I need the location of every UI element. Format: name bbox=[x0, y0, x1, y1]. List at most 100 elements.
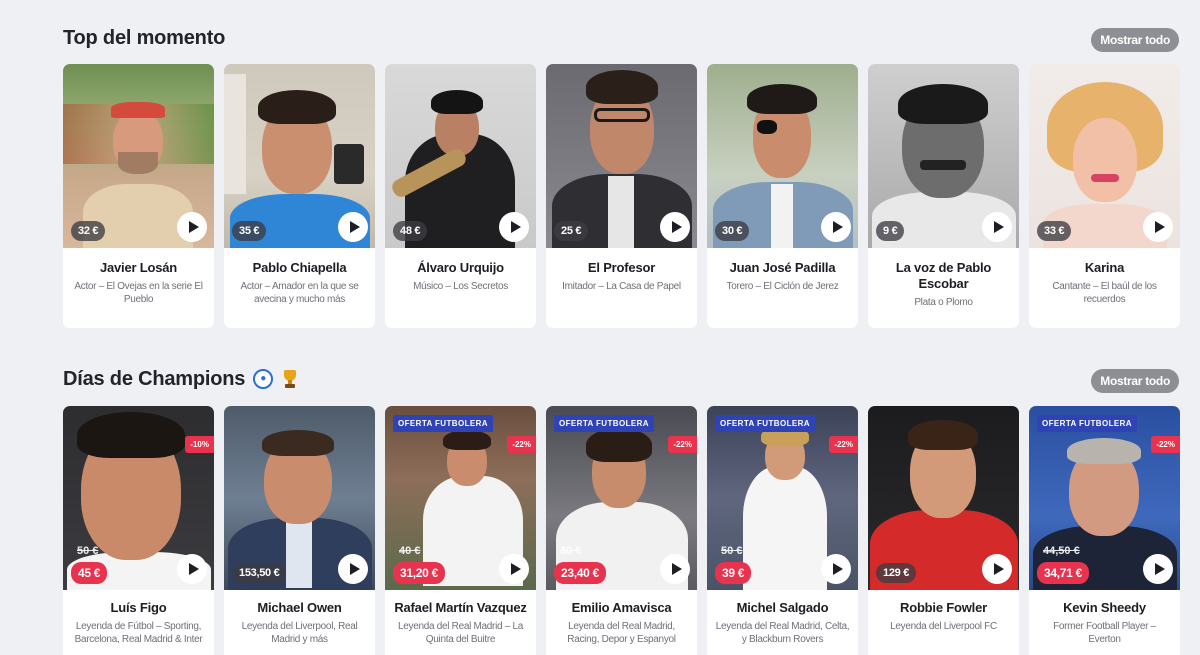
price-badge: 25 € bbox=[554, 221, 589, 241]
celebrity-photo[interactable]: OFERTA FUTBOLERA -22% 40 € 31,20 € bbox=[385, 406, 536, 590]
celebrity-name: La voz de Pablo Escobar bbox=[895, 260, 992, 291]
celebrity-photo[interactable]: OFERTA FUTBOLERA -22% 50 € 39 € bbox=[707, 406, 858, 590]
show-all-button[interactable]: Mostrar todo bbox=[1091, 369, 1179, 393]
celebrity-card[interactable]: OFERTA FUTBOLERA -22% 44,50 € 34,71 € Ke… bbox=[1029, 406, 1180, 655]
celebrity-name: Rafael Martín Vazquez bbox=[394, 600, 527, 615]
show-all-button[interactable]: Mostrar todo bbox=[1091, 28, 1179, 52]
celebrity-photo[interactable]: 48 € bbox=[385, 64, 536, 248]
discount-badge: -22% bbox=[668, 436, 697, 453]
play-icon[interactable] bbox=[499, 212, 529, 242]
celebrity-card[interactable]: 35 € Pablo Chiapella Actor – Amador en l… bbox=[224, 64, 375, 328]
price-badge: 31,20 € bbox=[393, 562, 445, 584]
celebrity-name: Luís Figo bbox=[110, 600, 167, 615]
price-badge: 32 € bbox=[71, 221, 106, 241]
old-price: 50 € bbox=[721, 545, 743, 557]
celebrity-photo[interactable]: 30 € bbox=[707, 64, 858, 248]
celebrity-card[interactable]: 9 € La voz de Pablo Escobar Plata o Plom… bbox=[868, 64, 1019, 328]
discount-badge: -22% bbox=[829, 436, 858, 453]
play-icon[interactable] bbox=[821, 554, 851, 584]
card-info: Javier Losán Actor – El Ovejas en la ser… bbox=[63, 248, 214, 306]
celebrity-description: Former Football Player – Everton bbox=[1053, 621, 1156, 645]
celebrity-description: Leyenda del Real Madrid, Celta, y Blackb… bbox=[715, 621, 850, 645]
discount-badge: -10% bbox=[185, 436, 214, 453]
celebrity-name: Michel Salgado bbox=[736, 600, 829, 615]
price-badge: 35 € bbox=[232, 221, 267, 241]
play-icon[interactable] bbox=[338, 212, 368, 242]
celebrity-name: Karina bbox=[1084, 260, 1125, 275]
celebrity-description: Leyenda del Real Madrid, Racing, Depor y… bbox=[567, 621, 676, 645]
play-icon[interactable] bbox=[982, 554, 1012, 584]
play-icon[interactable] bbox=[821, 212, 851, 242]
old-price: 44,50 € bbox=[1043, 545, 1080, 557]
soccer-ball-icon: ● bbox=[253, 369, 274, 389]
price-badge: 9 € bbox=[876, 221, 905, 241]
celebrity-card[interactable]: 33 € Karina Cantante – El baúl de los re… bbox=[1029, 64, 1180, 328]
celebrity-photo[interactable]: 32 € bbox=[63, 64, 214, 248]
celebrity-card[interactable]: 30 € Juan José Padilla Torero – El Cicló… bbox=[707, 64, 858, 328]
card-info: Michael Owen Leyenda del Liverpool, Real… bbox=[224, 590, 375, 646]
price-badge: 33 € bbox=[1037, 221, 1072, 241]
celebrity-photo[interactable]: 25 € bbox=[546, 64, 697, 248]
old-price: 30 € bbox=[560, 545, 582, 557]
celebrity-photo[interactable]: OFERTA FUTBOLERA -22% 30 € 23,40 € bbox=[546, 406, 697, 590]
card-info: Kevin Sheedy Former Football Player – Ev… bbox=[1029, 590, 1180, 646]
play-icon[interactable] bbox=[660, 554, 690, 584]
celebrity-name: Pablo Chiapella bbox=[252, 260, 347, 275]
celebrity-card[interactable]: -10% 50 € 45 € Luís Figo Leyenda de Fútb… bbox=[63, 406, 214, 655]
price-badge: 30 € bbox=[715, 221, 750, 241]
play-icon[interactable] bbox=[660, 212, 690, 242]
celebrity-description: Músico – Los Secretos bbox=[413, 281, 508, 292]
celebrity-name: Robbie Fowler bbox=[900, 600, 987, 615]
celebrity-photo[interactable]: 129 € bbox=[868, 406, 1019, 590]
celebrity-description: Plata o Plomo bbox=[914, 297, 973, 308]
celebrity-card[interactable]: 48 € Álvaro Urquijo Músico – Los Secreto… bbox=[385, 64, 536, 328]
celebrity-photo[interactable]: 35 € bbox=[224, 64, 375, 248]
play-icon[interactable] bbox=[1143, 212, 1173, 242]
celebrity-description: Leyenda de Fútbol – Sporting, Barcelona,… bbox=[74, 621, 203, 645]
celebrity-description: Leyenda del Liverpool, Real Madrid y más bbox=[241, 621, 358, 645]
price-badge: 23,40 € bbox=[554, 562, 606, 584]
price-badge: 45 € bbox=[71, 562, 108, 584]
section-header: Días de Champions ● Mostrar todo bbox=[63, 365, 1179, 395]
card-info: La voz de Pablo Escobar Plata o Plomo bbox=[868, 248, 1019, 309]
play-icon[interactable] bbox=[982, 212, 1012, 242]
celebrity-card[interactable]: OFERTA FUTBOLERA -22% 40 € 31,20 € Rafae… bbox=[385, 406, 536, 655]
price-badge: 34,71 € bbox=[1037, 562, 1089, 584]
celebrity-card[interactable]: OFERTA FUTBOLERA -22% 30 € 23,40 € Emili… bbox=[546, 406, 697, 655]
celebrity-photo[interactable]: OFERTA FUTBOLERA -22% 44,50 € 34,71 € bbox=[1029, 406, 1180, 590]
card-info: Álvaro Urquijo Músico – Los Secretos bbox=[385, 248, 536, 293]
celebrity-name: El Profesor bbox=[587, 260, 656, 275]
celebrity-photo[interactable]: -10% 50 € 45 € bbox=[63, 406, 214, 590]
card-info: Juan José Padilla Torero – El Ciclón de … bbox=[707, 248, 858, 293]
celebrity-name: Javier Losán bbox=[99, 260, 178, 275]
celebrity-description: Actor – Amador en la que se avecina y mu… bbox=[240, 281, 359, 305]
play-icon[interactable] bbox=[177, 554, 207, 584]
celebrity-photo[interactable]: 33 € bbox=[1029, 64, 1180, 248]
celebrity-card[interactable]: 129 € Robbie Fowler Leyenda del Liverpoo… bbox=[868, 406, 1019, 655]
card-info: Michel Salgado Leyenda del Real Madrid, … bbox=[707, 590, 858, 646]
card-info: Robbie Fowler Leyenda del Liverpool FC bbox=[868, 590, 1019, 633]
celebrity-card[interactable]: 153,50 € Michael Owen Leyenda del Liverp… bbox=[224, 406, 375, 655]
celebrity-description: Imitador – La Casa de Papel bbox=[562, 281, 681, 292]
offer-badge: OFERTA FUTBOLERA bbox=[1037, 415, 1137, 432]
section-title: Top del momento bbox=[63, 24, 1179, 52]
celebrity-photo[interactable]: 153,50 € bbox=[224, 406, 375, 590]
play-icon[interactable] bbox=[499, 554, 529, 584]
celebrity-description: Leyenda del Liverpool FC bbox=[890, 621, 997, 632]
celebrity-name: Michael Owen bbox=[257, 600, 342, 615]
price-badge: 153,50 € bbox=[232, 563, 287, 583]
old-price: 40 € bbox=[399, 545, 421, 557]
celebrity-card[interactable]: 25 € El Profesor Imitador – La Casa de P… bbox=[546, 64, 697, 328]
celebrity-name: Emilio Amavisca bbox=[571, 600, 672, 615]
discount-badge: -22% bbox=[1151, 436, 1180, 453]
play-icon[interactable] bbox=[177, 212, 207, 242]
celebrity-card[interactable]: OFERTA FUTBOLERA -22% 50 € 39 € Michel S… bbox=[707, 406, 858, 655]
play-icon[interactable] bbox=[338, 554, 368, 584]
celebrity-card[interactable]: 32 € Javier Losán Actor – El Ovejas en l… bbox=[63, 64, 214, 328]
card-row: -10% 50 € 45 € Luís Figo Leyenda de Fútb… bbox=[63, 406, 1180, 655]
celebrity-photo[interactable]: 9 € bbox=[868, 64, 1019, 248]
card-info: Karina Cantante – El baúl de los recuerd… bbox=[1029, 248, 1180, 306]
celebrity-description: Leyenda del Real Madrid – La Quinta del … bbox=[397, 621, 524, 645]
play-icon[interactable] bbox=[1143, 554, 1173, 584]
celebrity-description: Torero – El Ciclón de Jerez bbox=[726, 281, 839, 292]
